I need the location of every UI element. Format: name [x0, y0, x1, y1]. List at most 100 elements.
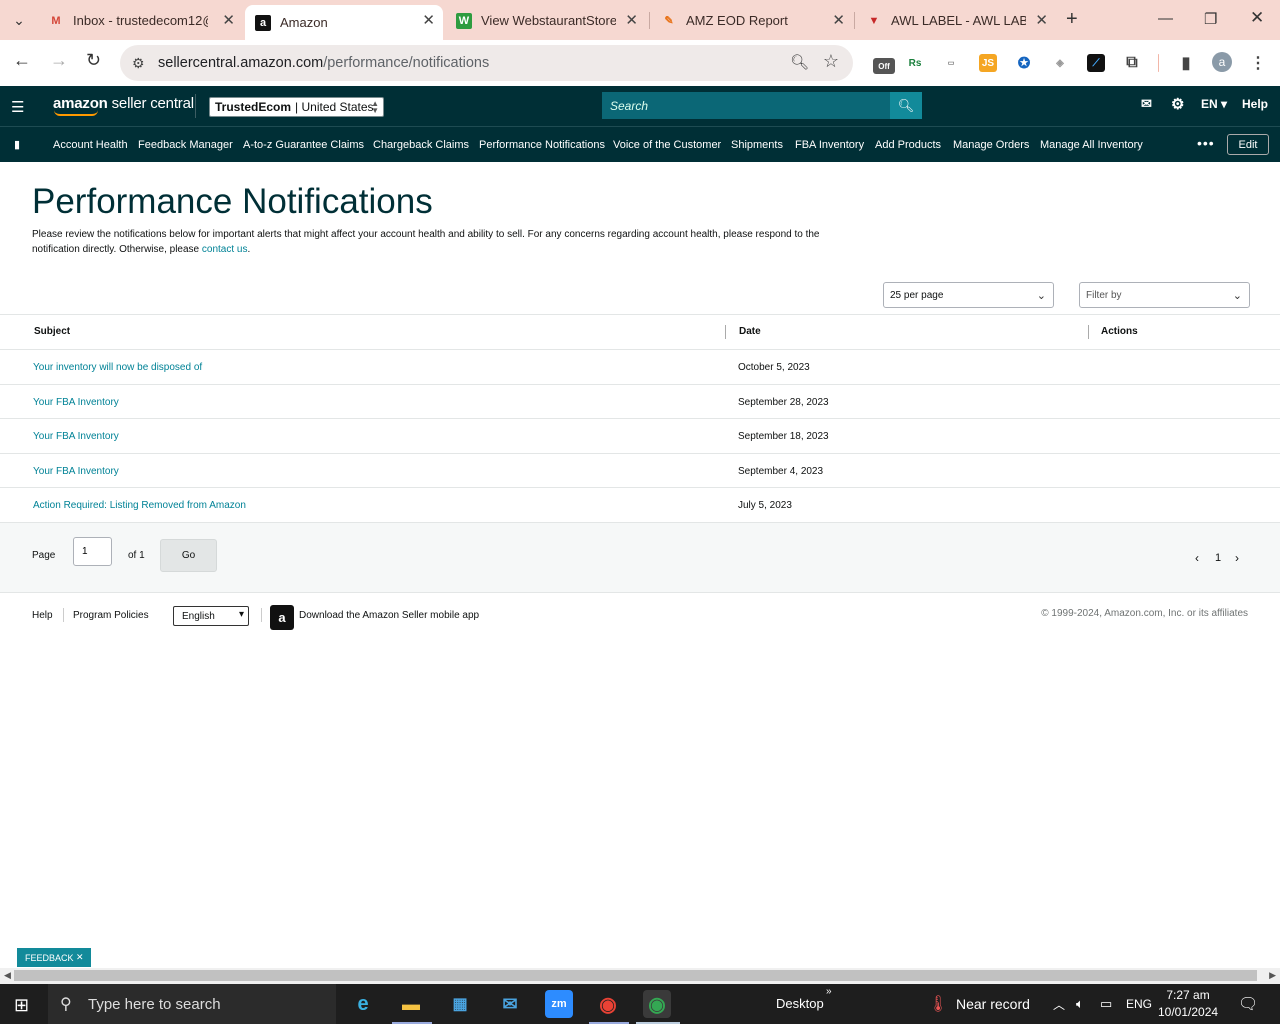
extension-icon[interactable]: ◈ [1051, 54, 1069, 72]
more-icon[interactable]: ••• [1197, 135, 1215, 151]
reload-icon[interactable]: ↻ [86, 50, 101, 71]
desktop-toolbar[interactable]: Desktop [776, 996, 824, 1011]
column-date[interactable]: Date [739, 326, 761, 337]
extension-helm-icon[interactable]: ✪ [1015, 54, 1033, 72]
close-tab-icon[interactable]: ✕ [422, 11, 435, 29]
footer-help-link[interactable]: Help [32, 610, 53, 621]
search-button[interactable]: 🔍︎ [890, 92, 922, 119]
notifications-icon[interactable]: 🗨︎ [1238, 994, 1258, 1014]
windows-start-icon[interactable]: ⊞ [14, 995, 29, 1016]
extension-icon[interactable]: ▭ [942, 54, 960, 72]
notification-subject-link[interactable]: Your inventory will now be disposed of [33, 362, 202, 373]
filter-select[interactable]: Filter by ⌄ [1079, 282, 1250, 308]
close-tab-icon[interactable]: ✕ [222, 11, 235, 29]
back-icon[interactable]: ← [13, 50, 31, 71]
profile-avatar[interactable]: a [1212, 52, 1232, 72]
close-tab-icon[interactable]: ✕ [832, 11, 845, 29]
chrome-profile-icon[interactable]: ◉ [594, 990, 622, 1018]
chevron-right-icon[interactable]: » [826, 986, 832, 997]
mail-app-icon[interactable]: ✉ [496, 990, 524, 1018]
notification-subject-link[interactable]: Your FBA Inventory [33, 431, 119, 442]
seller-central-logo[interactable]: amazon seller central [53, 95, 194, 116]
notification-subject-link[interactable]: Your FBA Inventory [33, 466, 119, 477]
address-toolbar: ← → ↻ ⚙ sellercentral.amazon.com/perform… [0, 40, 1280, 86]
edit-button[interactable]: Edit [1227, 134, 1269, 155]
extension-off-icon[interactable]: Off [873, 58, 895, 74]
nav-feedback-manager[interactable]: Feedback Manager [138, 139, 233, 151]
tab-gmail[interactable]: M Inbox - trustedecom12@ ✕ [38, 5, 243, 36]
nav-atoz-claims[interactable]: A-to-z Guarantee Claims [243, 139, 364, 151]
download-app-link[interactable]: Download the Amazon Seller mobile app [299, 610, 479, 621]
per-page-select[interactable]: 25 per page ⌄ [883, 282, 1054, 308]
tab-awl-label[interactable]: ▼ AWL LABEL - AWL LABEL ✕ [856, 5, 1056, 36]
feedback-button[interactable]: FEEDBACK ✕ [17, 948, 91, 967]
prev-page-icon[interactable]: ‹ [1195, 551, 1199, 565]
network-icon[interactable]: ▭ [1100, 996, 1112, 1012]
browser-menu-icon[interactable]: ⋮ [1249, 54, 1267, 72]
nav-voice-of-customer[interactable]: Voice of the Customer [613, 139, 721, 151]
language-selector[interactable]: EN ▾ [1201, 97, 1227, 111]
gear-icon[interactable]: ⚙ [1171, 95, 1184, 113]
notification-subject-link[interactable]: Your FBA Inventory [33, 397, 119, 408]
close-tab-icon[interactable]: ✕ [625, 11, 638, 29]
help-link[interactable]: Help [1242, 97, 1268, 111]
close-tab-icon[interactable]: ✕ [1035, 11, 1048, 29]
go-button[interactable]: Go [160, 539, 217, 572]
nav-shipments[interactable]: Shipments [731, 139, 783, 151]
forward-icon[interactable]: → [50, 50, 68, 71]
close-icon[interactable]: ✕ [76, 952, 84, 963]
horizontal-scrollbar[interactable]: ◀ ▶ [0, 968, 1280, 984]
search-input[interactable]: Search [602, 92, 890, 119]
bookmark-star-icon[interactable]: ☆ [823, 51, 839, 72]
restore-icon[interactable]: ❐ [1204, 10, 1217, 28]
column-subject[interactable]: Subject [34, 326, 70, 337]
input-language[interactable]: ENG [1126, 997, 1152, 1011]
zoom-icon[interactable]: 🔍︎ [790, 53, 809, 71]
browser-tab-strip: ⌄ M Inbox - trustedecom12@ ✕ a Amazon ✕ … [0, 0, 1280, 40]
nav-fba-inventory[interactable]: FBA Inventory [795, 139, 864, 151]
weather-text[interactable]: Near record [956, 996, 1030, 1012]
store-icon[interactable]: ▦ [446, 990, 474, 1018]
minimize-icon[interactable]: — [1158, 10, 1173, 27]
nav-account-health[interactable]: Account Health [53, 139, 128, 151]
nav-chargeback-claims[interactable]: Chargeback Claims [373, 139, 469, 151]
extension-icon[interactable]: ⟋ [1087, 54, 1105, 72]
notification-subject-link[interactable]: Action Required: Listing Removed from Am… [33, 500, 246, 511]
tab-amazon[interactable]: a Amazon ✕ [245, 5, 443, 40]
footer-language-select[interactable]: English ▾ [173, 606, 249, 626]
tab-webstaurant[interactable]: W View WebstaurantStore C ✕ [446, 5, 646, 36]
nav-manage-orders[interactable]: Manage Orders [953, 139, 1029, 151]
close-window-icon[interactable]: ✕ [1250, 8, 1264, 28]
taskbar-search[interactable]: ⚲ Type here to search [48, 984, 336, 1024]
nav-manage-all-inventory[interactable]: Manage All Inventory [1040, 139, 1143, 151]
side-panel-icon[interactable]: ▮ [1177, 54, 1195, 72]
extension-js-icon[interactable]: JS [979, 54, 997, 72]
extensions-puzzle-icon[interactable]: ⧉ [1123, 54, 1141, 72]
bookmark-icon[interactable]: ▮ [14, 138, 20, 151]
site-info-icon[interactable]: ⚙ [132, 55, 154, 72]
tab-eod-report[interactable]: ✎ AMZ EOD Report ✕ [651, 5, 853, 36]
clock[interactable]: 7:27 am 10/01/2024 [1158, 987, 1218, 1021]
new-tab-icon[interactable]: + [1066, 8, 1078, 31]
volume-icon[interactable]: 🔈︎ [1076, 996, 1084, 1012]
show-hidden-icons[interactable]: ︿ [1053, 996, 1065, 1013]
url-bar[interactable]: ⚙ sellercentral.amazon.com/performance/n… [120, 45, 853, 81]
current-page[interactable]: 1 [1215, 552, 1221, 564]
page-number-input[interactable] [73, 537, 112, 566]
file-explorer-icon[interactable]: ▬ [397, 990, 425, 1018]
nav-add-products[interactable]: Add Products [875, 139, 941, 151]
next-page-icon[interactable]: › [1235, 551, 1239, 565]
store-switcher[interactable]: TrustedEcom | United States ▲ ▼ [209, 97, 384, 117]
chrome-icon[interactable]: ◉ [643, 990, 671, 1018]
tab-search-button[interactable]: ⌄ [6, 8, 32, 32]
menu-icon[interactable]: ☰ [11, 98, 24, 116]
copyright: © 1999-2024, Amazon.com, Inc. or its aff… [1041, 608, 1248, 619]
contact-us-link[interactable]: contact us [202, 244, 248, 255]
mail-icon[interactable]: ✉ [1141, 96, 1152, 112]
extension-rs-icon[interactable]: Rs [906, 54, 924, 72]
edge-icon[interactable]: e [349, 990, 377, 1018]
zoom-app-icon[interactable]: zm [545, 990, 573, 1018]
program-policies-link[interactable]: Program Policies [73, 610, 149, 621]
nav-performance-notifications[interactable]: Performance Notifications [479, 139, 605, 151]
notification-date: September 28, 2023 [738, 396, 829, 408]
